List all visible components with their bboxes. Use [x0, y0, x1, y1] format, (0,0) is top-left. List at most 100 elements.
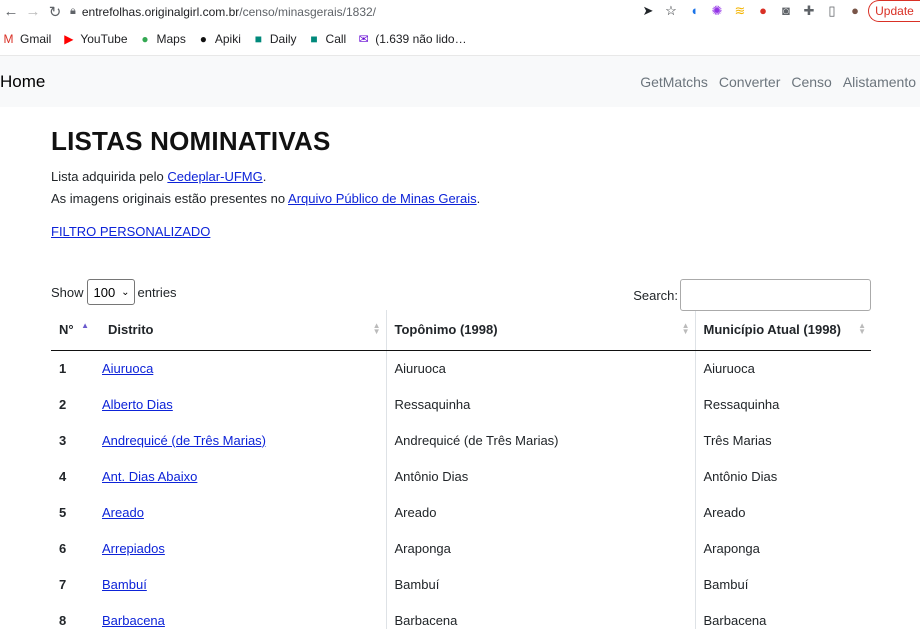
- cell-toponimo: Aiuruoca: [385, 350, 695, 386]
- main-content: LISTAS NOMINATIVAS Lista adquirida pelo …: [0, 126, 920, 629]
- extension-icon[interactable]: ≋: [733, 3, 747, 19]
- update-button[interactable]: Update: [868, 0, 920, 22]
- puzzle-icon[interactable]: ✚: [802, 3, 816, 19]
- cell-municipio: Araponga: [694, 530, 871, 566]
- arquivo-publico-link[interactable]: Arquivo Público de Minas Gerais: [288, 191, 477, 206]
- mail-icon: ✉: [358, 32, 369, 46]
- intro-text: Lista adquirida pelo Cedeplar-UFMG. As i…: [51, 166, 920, 210]
- bookmark-item[interactable]: ▶ YouTube: [62, 32, 127, 46]
- header-label: Distrito: [108, 322, 154, 338]
- sidepanel-icon[interactable]: ▯: [825, 3, 839, 19]
- browser-toolbar: ← → ↻ 🔒︎ entrefolhas.originalgirl.com.br…: [0, 0, 920, 23]
- extension-icon[interactable]: ◖: [687, 3, 701, 19]
- nav-link-converter[interactable]: Converter: [719, 74, 780, 90]
- table-controls: Show 100 ⌄ entries Search:: [51, 279, 871, 313]
- entries-control: Show 100 ⌄ entries: [51, 279, 177, 305]
- meet-icon: ■: [254, 32, 262, 46]
- bookmark-item[interactable]: ■ Daily: [252, 32, 297, 46]
- cell-numero: 4: [59, 468, 67, 484]
- search-input[interactable]: [680, 279, 871, 311]
- distrito-link[interactable]: Areado: [102, 505, 144, 520]
- nav-link-censo[interactable]: Censo: [791, 74, 831, 90]
- distrito-link[interactable]: Andrequicé (de Três Marias): [102, 433, 266, 448]
- cell-toponimo: Areado: [385, 494, 695, 530]
- cell-distrito: Aiuruoca: [94, 350, 386, 386]
- bookmark-label: Call: [325, 32, 347, 46]
- cedeplar-link[interactable]: Cedeplar-UFMG: [167, 169, 262, 184]
- entries-select[interactable]: 100 ⌄: [86, 279, 135, 305]
- cell-municipio: Bambuí: [694, 566, 871, 602]
- distrito-link[interactable]: Alberto Dias: [102, 397, 173, 412]
- site-navbar: Home GetMatchs Converter Censo Alistamen…: [0, 56, 920, 107]
- lock-icon[interactable]: 🔒︎: [70, 5, 76, 18]
- bookmark-label: YouTube: [80, 32, 128, 46]
- bookmark-label: Gmail: [20, 32, 52, 46]
- url-host: entrefolhas.originalgirl.com.br: [81, 4, 240, 19]
- cell-distrito: Andrequicé (de Três Marias): [94, 422, 386, 458]
- nav-link-alistamento[interactable]: Alistamento: [843, 74, 916, 90]
- table-row: 5 Areado Areado Areado: [51, 494, 871, 530]
- camera-icon[interactable]: ◙: [779, 3, 793, 19]
- star-icon[interactable]: ☆: [664, 3, 678, 19]
- header-toponimo[interactable]: Topônimo (1998) ▲ ▼: [385, 310, 695, 351]
- bookmarks-bar: M Gmail ▶ YouTube ● Maps ● Apiki ■ Daily ■ Call ✉ (1.…: [0, 23, 920, 56]
- cell-numero: 8: [59, 612, 67, 628]
- forward-icon[interactable]: →: [22, 3, 44, 20]
- extension-icon[interactable]: ●: [756, 3, 770, 19]
- table-row: 8 Barbacena Barbacena Barbacena: [51, 602, 871, 629]
- bookmark-item[interactable]: M Gmail: [2, 32, 52, 46]
- cell-toponimo: Barbacena: [385, 602, 695, 629]
- custom-filter-link[interactable]: FILTRO PERSONALIZADO: [51, 224, 920, 239]
- source-prefix: Lista adquirida pelo: [51, 169, 168, 184]
- distrito-link[interactable]: Ant. Dias Abaixo: [102, 469, 197, 484]
- header-distrito[interactable]: Distrito ▲ ▼: [94, 310, 386, 351]
- table-row: 3 Andrequicé (de Três Marias) Andrequicé (…: [51, 422, 871, 458]
- entries-value: 100: [93, 284, 116, 300]
- bookmark-item[interactable]: ● Maps: [139, 32, 186, 46]
- bookmark-label: Daily: [269, 32, 297, 46]
- sort-icon: ▲ ▼: [858, 321, 866, 336]
- header-numero[interactable]: N° ▲: [51, 310, 94, 351]
- bookmark-item[interactable]: ● Apiki: [197, 32, 241, 46]
- distrito-link[interactable]: Aiuruoca: [102, 361, 153, 376]
- table-header-row: N° ▲ Distrito ▲ ▼ Topônimo (1998) ▲ ▼ Municíp…: [51, 310, 871, 351]
- reload-icon[interactable]: ↻: [44, 3, 66, 21]
- cell-toponimo: Antônio Dias: [385, 458, 695, 494]
- header-label: Município Atual (1998): [703, 322, 841, 338]
- results-table: N° ▲ Distrito ▲ ▼ Topônimo (1998) ▲ ▼ Municíp…: [51, 310, 871, 629]
- cell-numero: 6: [59, 540, 67, 556]
- search-control: Search:: [633, 279, 871, 311]
- back-icon[interactable]: ←: [0, 3, 22, 20]
- show-label: Show: [51, 284, 84, 300]
- cell-municipio: Aiuruoca: [694, 350, 871, 386]
- avatar[interactable]: ●: [848, 3, 862, 19]
- bookmark-label: Maps: [156, 32, 186, 46]
- cell-distrito: Bambuí: [94, 566, 386, 602]
- extension-icon[interactable]: ✺: [710, 3, 724, 19]
- nav-link-getmatchs[interactable]: GetMatchs: [640, 74, 708, 90]
- header-municipio[interactable]: Município Atual (1998) ▲ ▼: [694, 310, 871, 351]
- sort-asc-icon: ▲: [81, 321, 89, 330]
- bookmark-item[interactable]: ✉ (1.639 não lido…: [357, 32, 467, 46]
- cell-toponimo: Bambuí: [385, 566, 695, 602]
- cell-numero: 3: [59, 432, 67, 448]
- bookmark-label: (1.639 não lido…: [375, 32, 467, 46]
- cell-distrito: Barbacena: [94, 602, 386, 629]
- distrito-link[interactable]: Barbacena: [102, 613, 165, 628]
- archive-suffix: .: [476, 191, 481, 206]
- cell-toponimo: Ressaquinha: [385, 386, 695, 422]
- source-suffix: .: [262, 169, 267, 184]
- distrito-link[interactable]: Arrepiados: [102, 541, 165, 556]
- chevron-down-icon: ⌄: [121, 286, 130, 298]
- sort-icon: ▲ ▼: [681, 321, 690, 336]
- send-icon[interactable]: ➤: [641, 3, 655, 19]
- navbar-brand[interactable]: Home: [0, 72, 45, 92]
- bookmark-item[interactable]: ■ Call: [308, 32, 347, 46]
- address-bar[interactable]: 🔒︎ entrefolhas.originalgirl.com.br/censo…: [70, 5, 376, 19]
- cell-municipio: Antônio Dias: [694, 458, 871, 494]
- gmail-icon: M: [3, 32, 14, 46]
- bookmark-label: Apiki: [214, 32, 241, 46]
- cell-numero: 5: [59, 504, 67, 520]
- distrito-link[interactable]: Bambuí: [102, 577, 147, 592]
- toolbar-icons: ➤ ☆ ◖ ✺ ≋ ● ◙ ✚ ▯ ●: [641, 3, 862, 19]
